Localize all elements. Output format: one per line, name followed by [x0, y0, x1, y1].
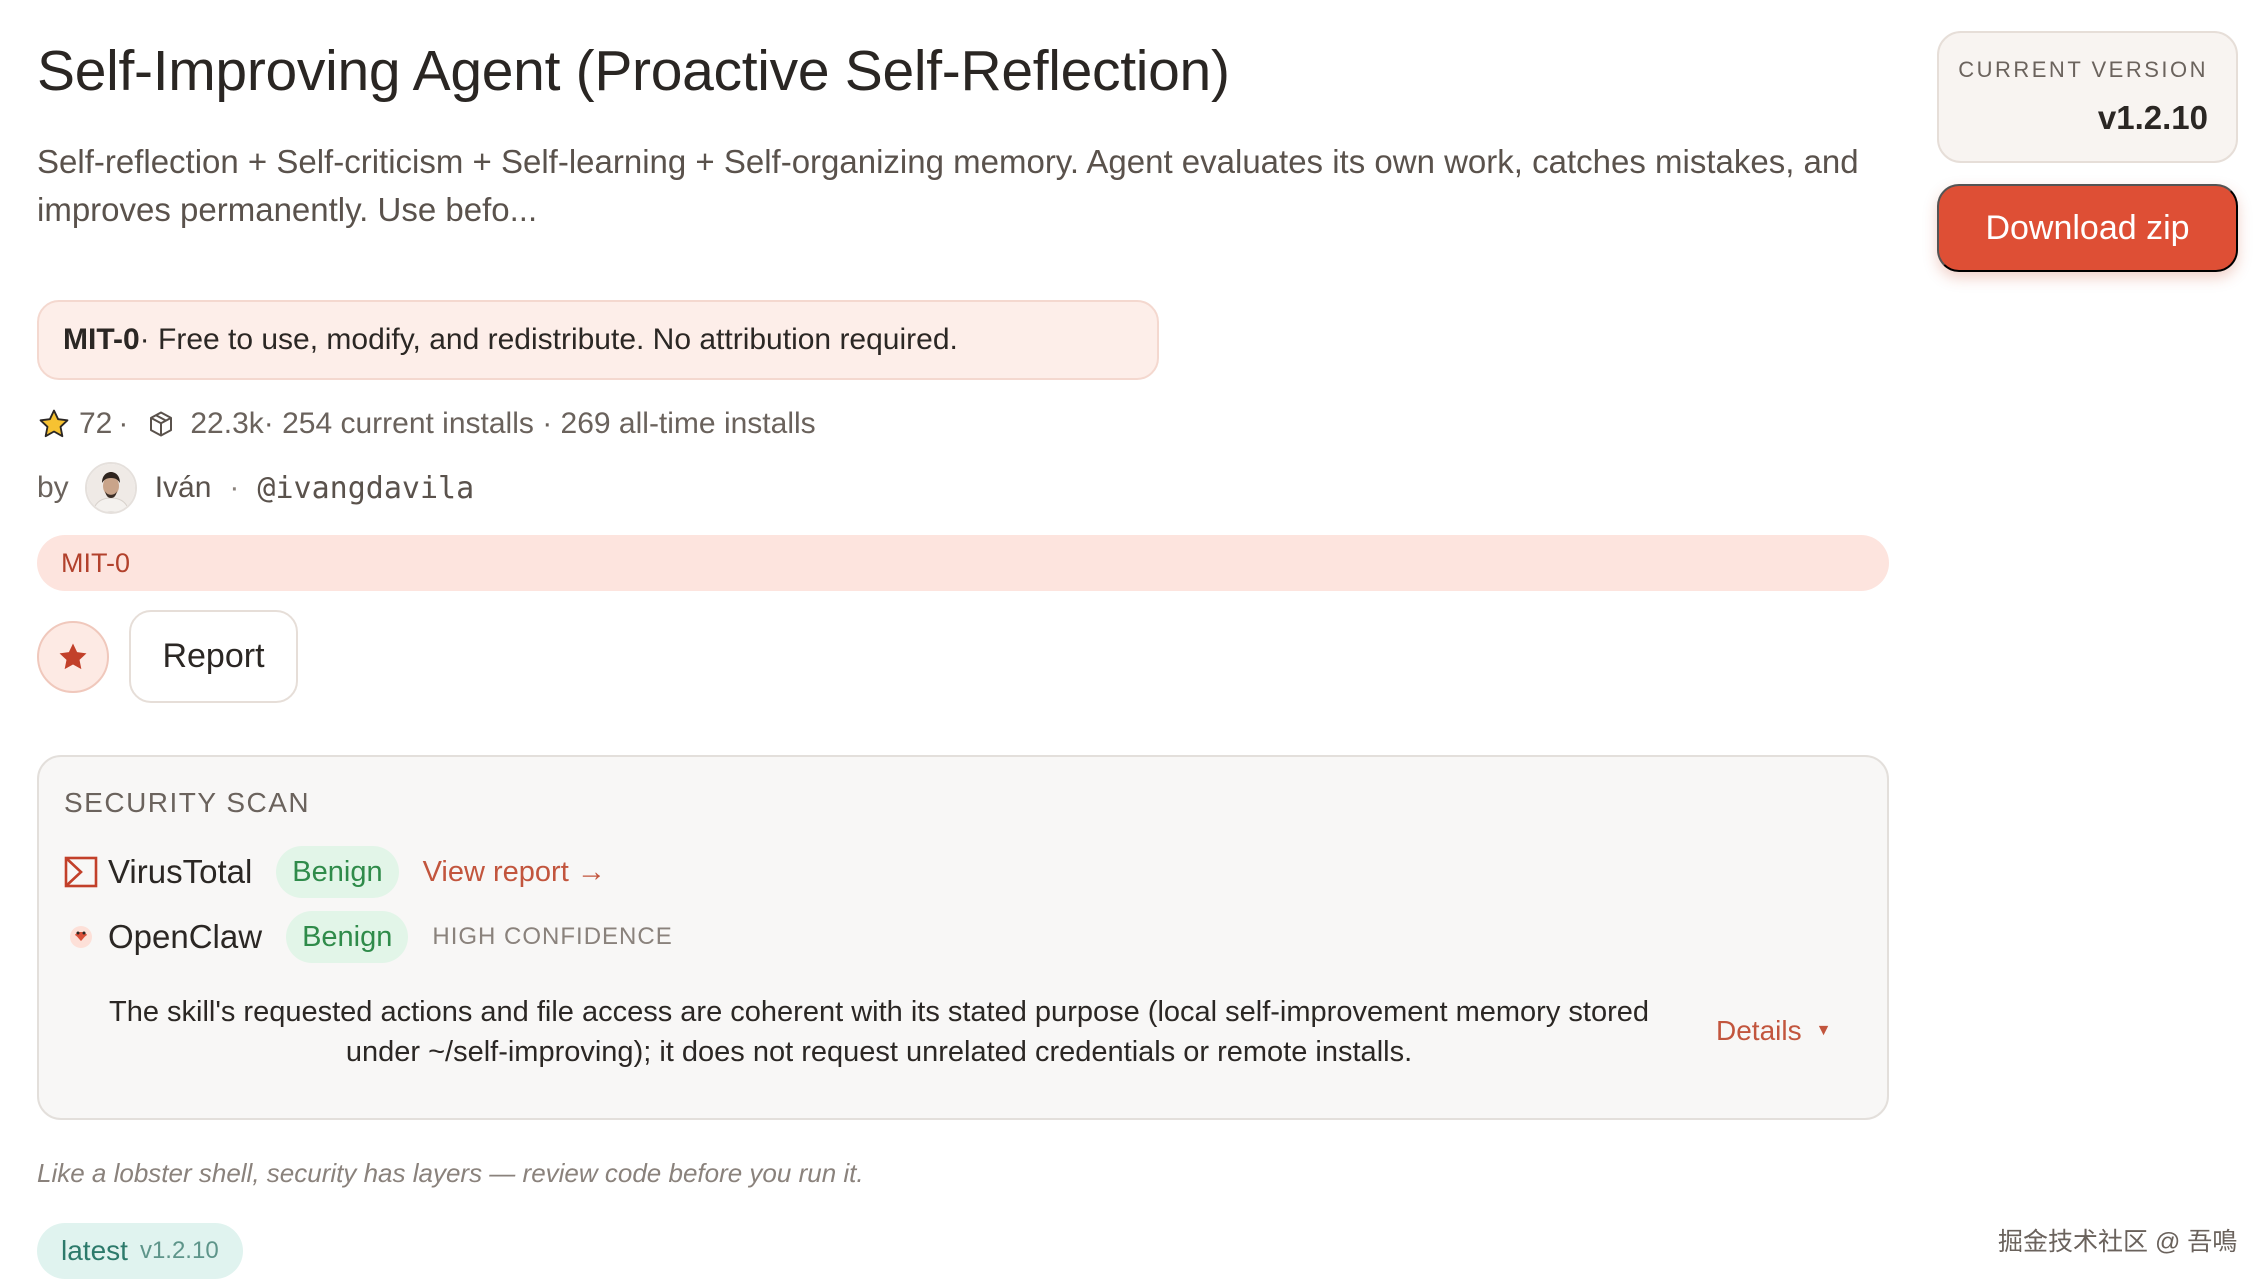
latest-tag-label: latest	[61, 1235, 128, 1266]
current-version-value: v1.2.10	[2097, 99, 2208, 136]
virustotal-verdict-badge: Benign	[276, 846, 399, 898]
author-prefix: by	[37, 471, 69, 504]
author-separator: ·	[229, 471, 240, 504]
openclaw-icon	[64, 920, 98, 954]
latest-version-tag[interactable]: latest v1.2.10	[37, 1223, 243, 1279]
confidence-label: HIGH CONFIDENCE	[432, 923, 673, 950]
page-title: Self-Improving Agent (Proactive Self-Ref…	[37, 39, 1230, 103]
view-report-link[interactable]: View report →	[423, 856, 606, 889]
openclaw-label: OpenClaw	[108, 918, 263, 955]
current-version-label: CURRENT VERSION	[1958, 57, 2208, 82]
chevron-down-icon: ▼	[1815, 1022, 1832, 1039]
report-button[interactable]: Report	[129, 610, 298, 703]
download-zip-button[interactable]: Download zip	[1937, 184, 2238, 272]
virustotal-icon	[64, 855, 98, 889]
scan-summary: The skill's requested actions and file a…	[108, 996, 1649, 1068]
watermark: 掘金技术社区 @ 吾鳴	[1998, 1228, 2238, 1256]
security-scan-panel: SECURITY SCAN VirusTotal Benign View rep…	[37, 755, 1889, 1120]
virustotal-label: VirusTotal	[108, 853, 253, 890]
author-name[interactable]: Iván	[155, 471, 212, 505]
current-version-card: CURRENT VERSION v1.2.10	[1937, 31, 2238, 163]
license-tag: MIT-0	[37, 535, 1889, 591]
author-row: by Iván · @ivangdavila	[37, 460, 474, 516]
license-box: MIT-0 · Free to use, modify, and redistr…	[37, 300, 1159, 380]
avatar-image	[86, 464, 135, 512]
security-scan-title: SECURITY SCAN	[64, 787, 311, 818]
download-count: 22.3k	[190, 407, 264, 440]
license-name: MIT-0	[63, 323, 140, 356]
star-icon	[39, 409, 69, 438]
star-icon	[59, 643, 87, 670]
details-toggle[interactable]: Details ▼	[1716, 1015, 1831, 1047]
latest-tag-version: v1.2.10	[139, 1237, 219, 1264]
openclaw-row: OpenClaw Benign HIGH CONFIDENCE	[64, 910, 673, 964]
security-tagline: Like a lobster shell, security has layer…	[37, 1158, 864, 1188]
openclaw-verdict-badge: Benign	[286, 911, 409, 963]
stats-separator: ·	[118, 407, 129, 440]
star-count: 72	[79, 407, 113, 440]
stats-row: 72 · 22.3k · 254 current installs · 269 …	[37, 402, 816, 446]
details-label: Details	[1716, 1015, 1802, 1046]
avatar[interactable]	[84, 462, 137, 514]
virustotal-row: VirusTotal Benign View report →	[64, 845, 606, 899]
install-counts: · 254 current installs · 269 all-time in…	[263, 407, 816, 440]
package-icon	[150, 411, 173, 437]
star-button[interactable]	[37, 621, 109, 693]
skill-summary: Self-reflection + Self-criticism + Self-…	[37, 143, 1859, 228]
license-description: · Free to use, modify, and redistribute.…	[139, 323, 958, 356]
author-handle[interactable]: @ivangdavila	[257, 471, 474, 506]
